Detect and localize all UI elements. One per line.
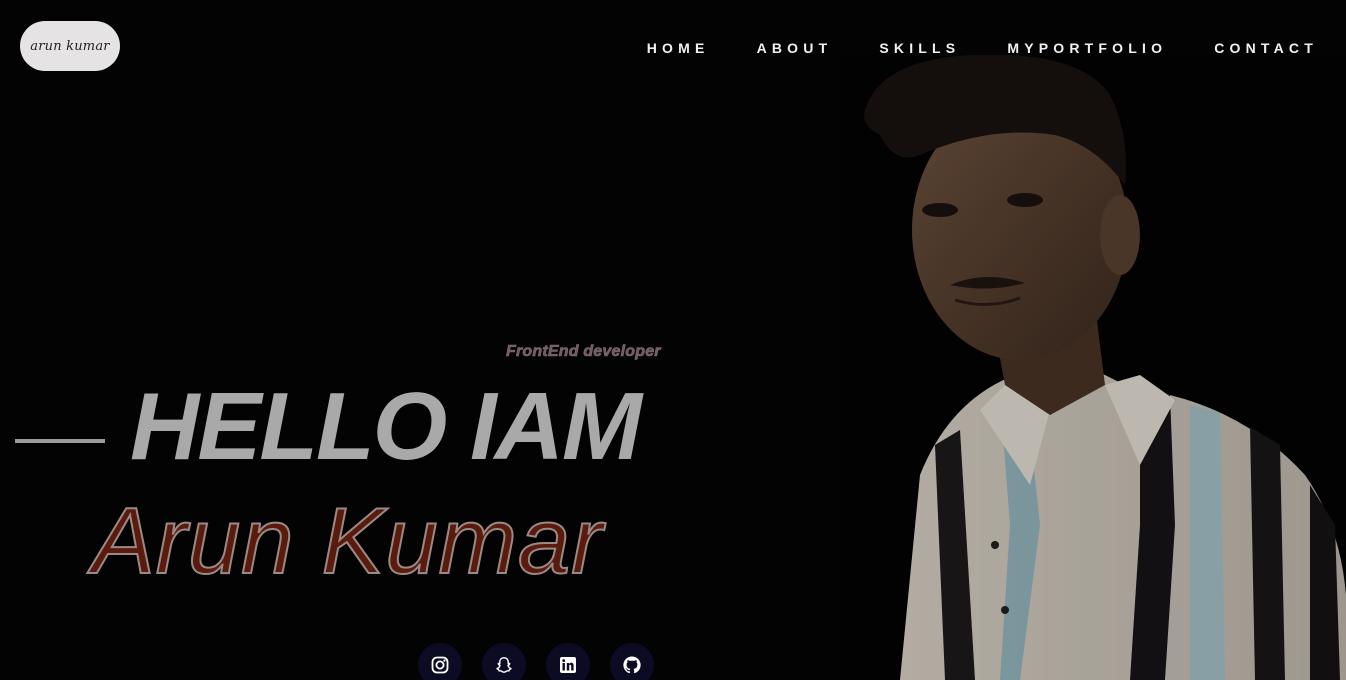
github-link[interactable] xyxy=(610,643,654,680)
profile-photo xyxy=(840,55,1346,680)
nav-skills[interactable]: SKILLS xyxy=(879,40,960,56)
portfolio-page: arun kumar HOME ABOUT SKILLS MYPORTFOLIO… xyxy=(0,0,1346,680)
linkedin-icon xyxy=(560,657,576,673)
linkedin-link[interactable] xyxy=(546,643,590,680)
logo-text: arun kumar xyxy=(30,38,110,54)
hero-divider xyxy=(15,439,105,443)
snapchat-link[interactable] xyxy=(482,643,526,680)
nav-home[interactable]: HOME xyxy=(647,40,710,56)
hero-greeting: HELLO IAM xyxy=(130,373,642,480)
nav-about[interactable]: ABOUT xyxy=(757,40,833,56)
snapchat-icon xyxy=(496,657,512,673)
nav-myportfolio[interactable]: MYPORTFOLIO xyxy=(1007,40,1167,56)
instagram-icon xyxy=(431,656,449,674)
nav-contact[interactable]: CONTACT xyxy=(1214,40,1318,56)
instagram-link[interactable] xyxy=(418,643,462,680)
hero-name: Arun Kumar xyxy=(91,487,604,594)
logo-button[interactable]: arun kumar xyxy=(20,21,120,71)
hero-subtitle: FrontEnd developer xyxy=(506,343,661,361)
github-icon xyxy=(623,656,641,674)
social-links xyxy=(418,643,654,680)
main-nav: HOME ABOUT SKILLS MYPORTFOLIO CONTACT xyxy=(600,40,1318,56)
